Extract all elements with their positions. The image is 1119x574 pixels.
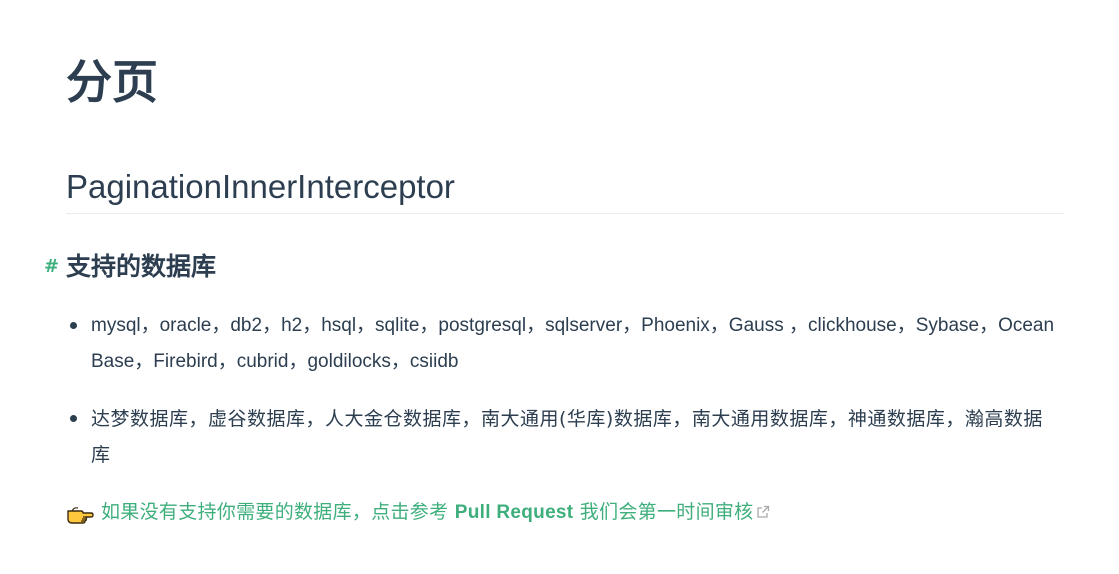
tip-line: 如果没有支持你需要的数据库，点击参考 Pull Request 我们会第一时间审… <box>66 494 770 531</box>
page-title: 分页 <box>66 55 158 109</box>
list-item-international-databases: mysql，oracle，db2，h2，hsql，sqlite，postgres… <box>66 308 1056 380</box>
pull-request-link[interactable]: 如果没有支持你需要的数据库，点击参考 Pull Request 我们会第一时间审… <box>101 494 770 531</box>
pointing-hand-icon <box>66 502 94 524</box>
list-item-domestic-databases: 达梦数据库，虚谷数据库，人大金仓数据库，南大通用(华库)数据库，南大通用数据库，… <box>66 401 1056 473</box>
header-anchor-link[interactable]: # <box>44 255 59 279</box>
external-link-icon <box>756 495 770 518</box>
database-list: mysql，oracle，db2，h2，hsql，sqlite，postgres… <box>66 308 1056 494</box>
tip-text-before: 如果没有支持你需要的数据库，点击参考 <box>101 501 455 523</box>
tip-text-after: 我们会第一时间审核 <box>573 501 754 523</box>
content: 分页 PaginationInnerInterceptor # 支持的数据库 m… <box>0 0 1119 574</box>
tip-pull-request: Pull Request <box>454 502 574 523</box>
section-heading: PaginationInnerInterceptor <box>66 166 1064 214</box>
subsection-heading: 支持的数据库 <box>66 252 217 281</box>
